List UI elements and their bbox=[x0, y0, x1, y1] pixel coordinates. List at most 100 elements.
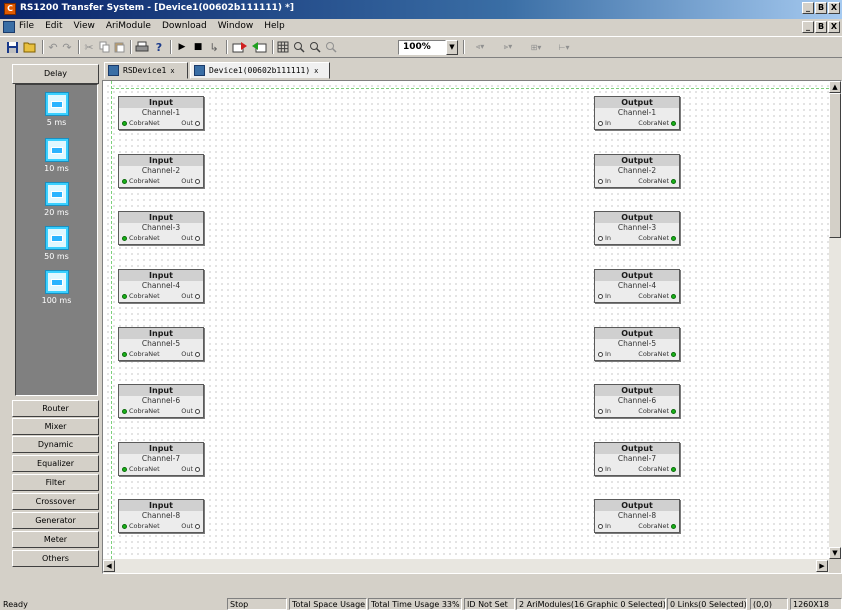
cobranet-port-icon[interactable] bbox=[122, 293, 127, 299]
left-port[interactable]: In bbox=[598, 522, 611, 530]
right-port[interactable]: Out bbox=[181, 350, 200, 358]
paste-icon[interactable] bbox=[112, 39, 126, 55]
input-module-3[interactable]: Input Channel-3 CobraNet Out bbox=[118, 211, 204, 245]
zoom-fit-icon[interactable] bbox=[324, 39, 338, 55]
undo-icon[interactable]: ↶ bbox=[46, 39, 60, 55]
input-port-icon[interactable] bbox=[598, 120, 603, 126]
step-icon[interactable]: ↳ bbox=[207, 39, 221, 55]
cobranet-port-icon[interactable] bbox=[671, 466, 676, 472]
restore-button[interactable]: B bbox=[815, 2, 827, 14]
input-module-5[interactable]: Input Channel-5 CobraNet Out bbox=[118, 327, 204, 361]
category-equalizer[interactable]: Equalizer bbox=[12, 455, 99, 472]
input-port-icon[interactable] bbox=[598, 235, 603, 241]
stop-icon[interactable]: ■ bbox=[191, 39, 205, 55]
design-canvas[interactable]: Input Channel-1 CobraNet Out Input Channel-2 C… bbox=[103, 81, 829, 559]
output-port-icon[interactable] bbox=[195, 466, 200, 472]
tab-close-icon[interactable]: x bbox=[314, 67, 318, 75]
delay-item-5ms[interactable]: 5 ms bbox=[16, 93, 97, 127]
zoom-select[interactable]: 100% bbox=[398, 40, 446, 55]
help-icon[interactable]: ? bbox=[152, 39, 166, 55]
left-port[interactable]: CobraNet bbox=[122, 407, 160, 415]
output-port-icon[interactable] bbox=[195, 235, 200, 241]
output-module-8[interactable]: Output Channel-8 In CobraNet bbox=[594, 499, 680, 533]
right-port[interactable]: Out bbox=[181, 119, 200, 127]
left-port[interactable]: CobraNet bbox=[122, 350, 160, 358]
left-port[interactable]: In bbox=[598, 234, 611, 242]
left-port[interactable]: CobraNet bbox=[122, 292, 160, 300]
input-port-icon[interactable] bbox=[598, 293, 603, 299]
output-module-4[interactable]: Output Channel-4 In CobraNet bbox=[594, 269, 680, 303]
input-port-icon[interactable] bbox=[598, 408, 603, 414]
tab-close-icon[interactable]: x bbox=[170, 67, 174, 75]
scroll-down-icon[interactable]: ▼ bbox=[829, 547, 841, 559]
cobranet-port-icon[interactable] bbox=[122, 351, 127, 357]
output-module-1[interactable]: Output Channel-1 In CobraNet bbox=[594, 96, 680, 130]
cobranet-port-icon[interactable] bbox=[671, 293, 676, 299]
left-port[interactable]: CobraNet bbox=[122, 465, 160, 473]
cobranet-port-icon[interactable] bbox=[671, 178, 676, 184]
right-port[interactable]: CobraNet bbox=[638, 119, 676, 127]
spacing-icon[interactable]: ⊢▾ bbox=[552, 39, 576, 55]
minimize-button[interactable]: _ bbox=[802, 2, 814, 14]
menu-window[interactable]: Window bbox=[217, 21, 255, 31]
menu-help[interactable]: Help bbox=[263, 21, 286, 31]
distribute-icon[interactable]: ⊞▾ bbox=[524, 39, 548, 55]
scroll-left-icon[interactable]: ◀ bbox=[103, 560, 115, 572]
right-port[interactable]: CobraNet bbox=[638, 465, 676, 473]
right-port[interactable]: CobraNet bbox=[638, 292, 676, 300]
scroll-thumb[interactable] bbox=[829, 93, 841, 238]
category-dynamic[interactable]: Dynamic bbox=[12, 436, 99, 453]
save-icon[interactable] bbox=[4, 39, 20, 55]
output-port-icon[interactable] bbox=[195, 408, 200, 414]
cobranet-port-icon[interactable] bbox=[122, 408, 127, 414]
output-port-icon[interactable] bbox=[195, 178, 200, 184]
input-port-icon[interactable] bbox=[598, 351, 603, 357]
print-icon[interactable] bbox=[134, 39, 150, 55]
category-router[interactable]: Router bbox=[12, 400, 99, 417]
cobranet-port-icon[interactable] bbox=[671, 523, 676, 529]
horizontal-scrollbar[interactable]: ◀ ▶ bbox=[103, 559, 829, 573]
input-module-2[interactable]: Input Channel-2 CobraNet Out bbox=[118, 154, 204, 188]
right-port[interactable]: Out bbox=[181, 292, 200, 300]
right-port[interactable]: Out bbox=[181, 407, 200, 415]
right-port[interactable]: CobraNet bbox=[638, 350, 676, 358]
cut-icon[interactable]: ✂ bbox=[82, 39, 96, 55]
delay-item-50ms[interactable]: 50 ms bbox=[16, 227, 97, 261]
output-port-icon[interactable] bbox=[195, 351, 200, 357]
category-delay[interactable]: Delay bbox=[12, 64, 99, 84]
cobranet-port-icon[interactable] bbox=[671, 351, 676, 357]
scroll-up-icon[interactable]: ▲ bbox=[829, 81, 841, 93]
input-module-6[interactable]: Input Channel-6 CobraNet Out bbox=[118, 384, 204, 418]
menu-view[interactable]: View bbox=[73, 21, 96, 31]
cobranet-port-icon[interactable] bbox=[671, 235, 676, 241]
category-others[interactable]: Others bbox=[12, 550, 99, 567]
copy-icon[interactable] bbox=[97, 39, 111, 55]
vertical-scrollbar[interactable]: ▲ ▼ bbox=[829, 81, 841, 559]
align-left-icon[interactable]: ⫷▾ bbox=[468, 39, 492, 55]
input-module-4[interactable]: Input Channel-4 CobraNet Out bbox=[118, 269, 204, 303]
left-port[interactable]: In bbox=[598, 350, 611, 358]
play-icon[interactable]: ▶ bbox=[175, 39, 189, 55]
menu-arimodule[interactable]: AriModule bbox=[105, 21, 152, 31]
input-module-8[interactable]: Input Channel-8 CobraNet Out bbox=[118, 499, 204, 533]
output-module-2[interactable]: Output Channel-2 In CobraNet bbox=[594, 154, 680, 188]
category-filter[interactable]: Filter bbox=[12, 474, 99, 491]
doc-minimize-button[interactable]: _ bbox=[802, 21, 814, 33]
output-port-icon[interactable] bbox=[195, 293, 200, 299]
delay-item-20ms[interactable]: 20 ms bbox=[16, 183, 97, 217]
output-module-5[interactable]: Output Channel-5 In CobraNet bbox=[594, 327, 680, 361]
cobranet-port-icon[interactable] bbox=[122, 120, 127, 126]
document-icon[interactable] bbox=[3, 21, 15, 33]
left-port[interactable]: In bbox=[598, 292, 611, 300]
download-icon[interactable] bbox=[231, 39, 249, 55]
left-port[interactable]: In bbox=[598, 177, 611, 185]
right-port[interactable]: CobraNet bbox=[638, 407, 676, 415]
cobranet-port-icon[interactable] bbox=[122, 466, 127, 472]
cobranet-port-icon[interactable] bbox=[122, 523, 127, 529]
left-port[interactable]: In bbox=[598, 465, 611, 473]
menu-file[interactable]: File bbox=[18, 21, 35, 31]
redo-icon[interactable]: ↷ bbox=[60, 39, 74, 55]
input-port-icon[interactable] bbox=[598, 178, 603, 184]
input-port-icon[interactable] bbox=[598, 466, 603, 472]
right-port[interactable]: CobraNet bbox=[638, 234, 676, 242]
